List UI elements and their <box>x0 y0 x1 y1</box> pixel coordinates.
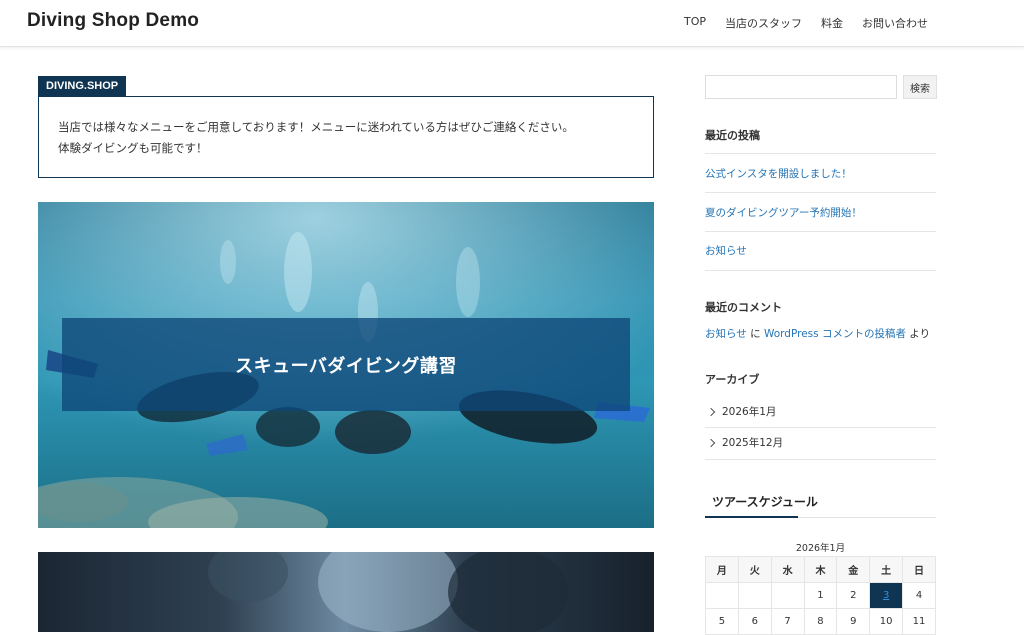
hero-card-second[interactable] <box>38 552 654 632</box>
info-text-line1: 当店では様々なメニューをご用意しております！メニューに迷われている方はぜひご連絡… <box>58 120 574 134</box>
calendar-week-row: 5 6 7 8 9 10 11 <box>705 608 936 635</box>
divider <box>705 153 936 154</box>
calendar-week-row: 1 2 3 4 <box>705 582 936 609</box>
info-tag: DIVING.SHOP <box>38 76 127 96</box>
calendar-day: 1 <box>803 582 838 609</box>
archive-label: 2025年12月 <box>722 437 784 449</box>
comment-author-link[interactable]: WordPress コメントの投稿者 <box>764 328 906 340</box>
divider <box>705 459 936 460</box>
search-input[interactable] <box>705 75 897 99</box>
calendar-day-today[interactable]: 3 <box>869 582 904 609</box>
archive-label: 2026年1月 <box>722 406 777 418</box>
calendar: 月 火 水 木 金 土 日 1 2 3 4 5 6 7 8 9 10 11 <box>705 556 936 635</box>
archive-item[interactable]: 2025年12月 <box>706 435 784 450</box>
calendar-day <box>770 582 805 609</box>
main-nav: TOP 当店のスタッフ 料金 お問い合わせ <box>665 15 928 31</box>
recent-comments-title: 最近のコメント <box>705 301 782 314</box>
hero-title-overlay: スキューバダイビング講習 <box>62 318 630 411</box>
nav-item-pricing[interactable]: 料金 <box>821 15 843 31</box>
calendar-day: 8 <box>803 608 838 635</box>
hero-card-scuba-course[interactable]: スキューバダイビング講習 <box>38 202 654 528</box>
calendar-day: 4 <box>902 582 936 609</box>
hero-title: スキューバダイビング講習 <box>235 355 457 377</box>
title-accent-bar <box>705 516 798 518</box>
info-box: 当店では様々なメニューをご用意しております！メニューに迷われている方はぜひご連絡… <box>38 96 654 178</box>
recent-posts-title: 最近の投稿 <box>705 129 760 142</box>
chevron-right-icon <box>706 407 716 416</box>
weekday-sat: 土 <box>869 556 904 583</box>
comment-joiner: に <box>750 328 761 340</box>
calendar-day: 7 <box>770 608 805 635</box>
site-header: Diving Shop Demo TOP 当店のスタッフ 料金 お問い合わせ <box>0 0 1024 47</box>
chevron-right-icon <box>706 438 716 447</box>
calendar-day: 10 <box>869 608 904 635</box>
calendar-day-link[interactable]: 3 <box>883 590 889 601</box>
weekday-mon: 月 <box>705 556 739 583</box>
divider <box>705 231 936 232</box>
weekday-thu: 木 <box>803 556 838 583</box>
recent-comment: お知らせ に WordPress コメントの投稿者 より <box>705 326 930 341</box>
calendar-day: 5 <box>705 608 739 635</box>
search-button[interactable]: 検索 <box>903 75 937 99</box>
comment-suffix: より <box>909 328 931 340</box>
comment-post-link[interactable]: お知らせ <box>705 328 747 340</box>
calendar-weekday-row: 月 火 水 木 金 土 日 <box>705 556 936 583</box>
weekday-sun: 日 <box>902 556 936 583</box>
nav-item-top[interactable]: TOP <box>684 15 706 31</box>
weekday-wed: 水 <box>770 556 805 583</box>
divider <box>705 270 936 271</box>
archive-item[interactable]: 2026年1月 <box>706 404 777 419</box>
calendar-caption: 2026年1月 <box>795 543 846 554</box>
tour-schedule-title: ツアースケジュール <box>712 495 818 509</box>
weekday-tue: 火 <box>737 556 772 583</box>
info-text-line2: 体験ダイビングも可能です！ <box>58 141 208 155</box>
nav-item-contact[interactable]: お問い合わせ <box>862 15 928 31</box>
site-title[interactable]: Diving Shop Demo <box>27 10 199 32</box>
divider <box>705 427 936 428</box>
recent-post-link[interactable]: 夏のダイビングツアー予約開始！ <box>705 205 936 220</box>
recent-post-link[interactable]: 公式インスタを開設しました！ <box>705 166 936 181</box>
archive-title: アーカイブ <box>705 373 760 386</box>
underwater-cave-image <box>208 552 568 632</box>
calendar-day: 9 <box>836 608 871 635</box>
recent-post-link[interactable]: お知らせ <box>705 243 936 258</box>
nav-item-staff[interactable]: 当店のスタッフ <box>725 15 802 31</box>
calendar-day: 6 <box>737 608 772 635</box>
calendar-day <box>705 582 739 609</box>
divider <box>705 192 936 193</box>
calendar-day: 2 <box>836 582 871 609</box>
calendar-day <box>737 582 772 609</box>
calendar-day: 11 <box>902 608 936 635</box>
weekday-fri: 金 <box>836 556 871 583</box>
